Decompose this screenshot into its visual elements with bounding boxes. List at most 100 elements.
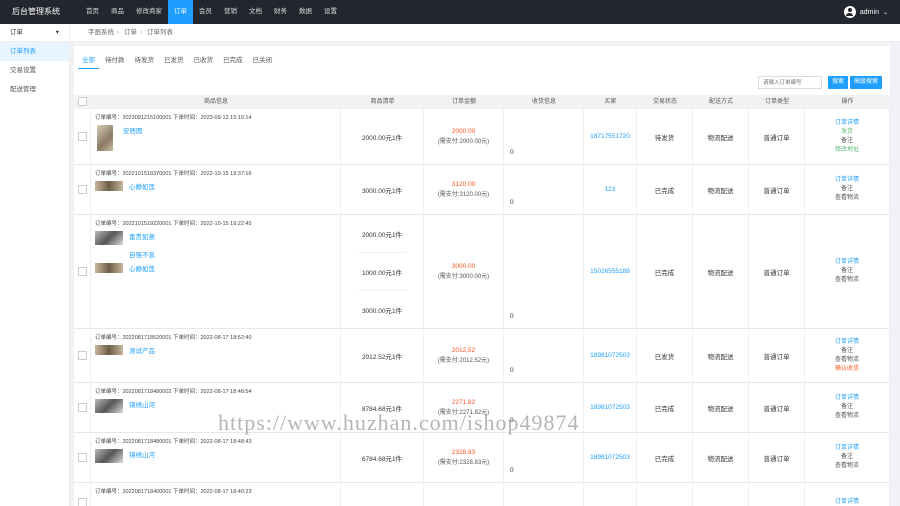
order-action-link[interactable]: 备注 [841,453,853,462]
buyer-phone-link[interactable]: 15026555188 [590,268,630,275]
order-search-input[interactable] [757,76,822,89]
nav-data[interactable]: 数据 [293,0,318,24]
order-action-link[interactable]: 备注 [841,185,853,194]
table-row: 订单编号：2023091215100001 下单时间：2023-09-12 15… [74,109,890,165]
row-checkbox[interactable] [77,453,87,462]
buyer-phone-link[interactable]: 18981072503 [590,404,630,411]
order-action-link[interactable]: 查看物流 [835,356,859,365]
row-checkbox[interactable] [77,132,87,141]
search-bar: 搜索 高级搜索 [757,76,882,89]
actions-cell: 订单详情 备注 查看物流 [805,433,890,482]
order-action-link[interactable]: 订单详情 [835,119,859,128]
nav-goods[interactable]: 商品 [105,0,130,24]
order-action-link[interactable]: 订单详情 [835,498,859,506]
tab-shipped[interactable]: 已发货 [160,54,188,69]
product-thumbnail[interactable] [95,181,123,191]
order-action-link[interactable]: 备注 [841,267,853,276]
order-action-link[interactable]: 确认收货 [835,365,859,374]
tab-received[interactable]: 已收货 [190,54,218,69]
row-checkbox[interactable] [77,351,87,360]
order-action-link[interactable]: 订单详情 [835,258,859,267]
tab-closed[interactable]: 已关闭 [249,54,277,69]
product-thumbnail[interactable] [95,231,123,245]
line-price: 1000.00元 [361,269,392,277]
tab-all[interactable]: 全部 [78,54,99,69]
product-name-link[interactable]: 心静如莲 [129,181,155,191]
nav-merchant[interactable]: 修改商家 [130,0,168,24]
product-name-link[interactable]: 锦绣山河 [129,449,155,459]
nav-marketing[interactable]: 营销 [218,0,243,24]
order-action-link[interactable]: 订单详情 [835,338,859,347]
buyer-phone-link[interactable]: 123 [605,186,616,193]
buyer-phone-link[interactable]: 18981072503 [590,454,630,461]
receiver-info: 0 [510,367,514,374]
product-thumbnail[interactable] [95,263,123,273]
breadcrumb-item[interactable]: 订单 [124,29,137,36]
order-action-link[interactable]: 修改地址 [835,146,859,155]
row-select-cell [74,483,91,506]
order-action-link[interactable]: 备注 [841,347,853,356]
sidebar-item-delivery[interactable]: 配送管理 [0,80,69,99]
sidebar-item-order-list[interactable]: 订单列表 [0,42,69,61]
order-action-link[interactable]: 订单详情 [835,176,859,185]
product-list-cell: 6784.68元 1件 [341,433,424,482]
user-menu[interactable]: admin ⌄ [843,0,888,24]
nav-docs[interactable]: 文档 [243,0,268,24]
order-action-link[interactable]: 查看物流 [835,276,859,285]
sidebar-header-label: 订单 [10,29,23,36]
buyer-phone-link[interactable]: 18981072503 [590,352,630,359]
order-type: 普通订单 [763,455,790,463]
search-button[interactable]: 搜索 [827,76,848,89]
product-name-link[interactable]: 自强不息 [129,249,155,259]
select-all-checkbox[interactable] [78,96,87,106]
shipping-cell: 物流配送 [693,165,749,214]
product-name-link[interactable]: 安居图 [123,125,143,135]
advanced-search-button[interactable]: 高级搜索 [849,76,882,89]
order-action-link[interactable]: 订单详情 [835,444,859,453]
product-line: 2000.00元 1件 [358,109,406,164]
product-thumbnail[interactable] [95,345,123,355]
breadcrumb-item[interactable]: 字画系统 [88,29,114,36]
buyer-phone-link[interactable]: 18717551720 [590,133,630,140]
row-select-cell [74,329,91,382]
row-checkbox[interactable] [77,403,87,412]
sidebar-header[interactable]: 订单 ▾ [0,24,69,42]
order-action-link[interactable]: 查看物流 [835,194,859,203]
product-list-cell: 8784.68元 1件 [341,383,424,432]
nav-members[interactable]: 会员 [193,0,218,24]
nav-home[interactable]: 首页 [80,0,105,24]
product-name-link[interactable]: 锦绣山河 [129,399,155,409]
row-checkbox[interactable] [77,267,87,276]
tab-pending-shipment[interactable]: 待发货 [131,54,159,69]
order-action-link[interactable]: 发货 [841,128,853,137]
tab-pending-payment[interactable]: 待付款 [101,54,129,69]
product-line: 1000.00元 1件 [357,253,407,291]
actions-cell: 订单详情 备注 查看物流 [805,215,890,328]
row-checkbox[interactable] [77,498,87,506]
receiver-info: 0 [510,313,514,320]
product-line: 8784.68元 1件 [358,383,406,432]
product-thumbnail[interactable] [97,125,113,151]
product-thumbnail[interactable] [95,449,123,463]
order-meta: 订单编号：2023091215100001 下单时间：2023-09-12 15… [95,115,252,121]
order-action-link[interactable]: 备注 [841,403,853,412]
order-action-link[interactable]: 订单详情 [835,394,859,403]
nav-orders[interactable]: 订单 [168,0,193,24]
row-checkbox[interactable] [77,185,87,194]
order-action-link[interactable]: 查看物流 [835,462,859,471]
product-name-link[interactable]: 富贵如意 [129,231,155,241]
status-cell: 已完成 [637,383,693,432]
order-amount: 2328.83 [451,449,476,456]
order-action-link[interactable]: 备注 [841,137,853,146]
status-cell: 已发货 [637,329,693,382]
product-thumbnail[interactable] [95,399,123,413]
buyer-cell: 18717551720 [584,109,637,164]
order-action-link[interactable]: 查看物流 [835,412,859,421]
nav-finance[interactable]: 财务 [268,0,293,24]
product-name-link[interactable]: 心静如莲 [129,263,155,273]
tab-completed[interactable]: 已完成 [219,54,247,69]
line-price: 6784.68元 [361,455,392,463]
nav-settings[interactable]: 设置 [318,0,343,24]
product-name-link[interactable]: 测试产品 [129,345,155,355]
sidebar-item-trade-settings[interactable]: 交易设置 [0,61,69,80]
